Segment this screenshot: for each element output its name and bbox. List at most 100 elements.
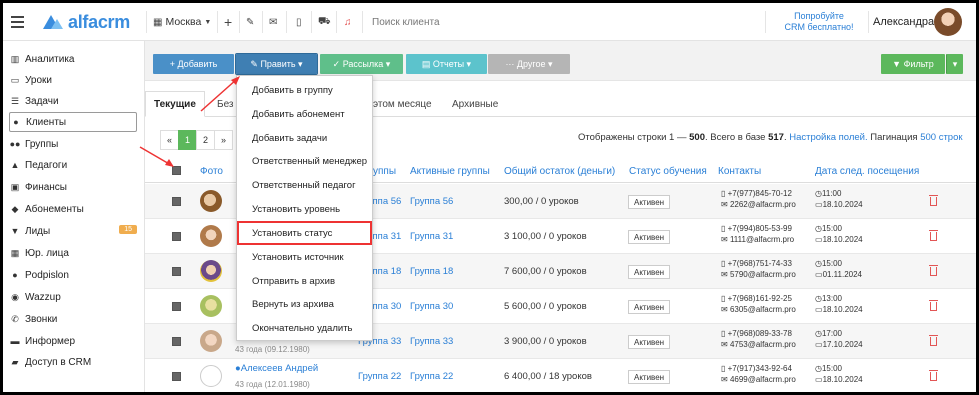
row-checkbox[interactable]	[172, 267, 181, 276]
col-balance[interactable]: Общий остаток (деньги)	[504, 159, 615, 183]
tab-without[interactable]: Без	[217, 91, 234, 117]
menu-item-responsible-manager[interactable]: Ответственный менеджер	[237, 149, 372, 173]
logo[interactable]: alfacrm	[43, 3, 130, 41]
menu-item-send-to-archive[interactable]: Отправить в архив	[237, 269, 372, 293]
client-photo[interactable]	[200, 225, 222, 247]
sidebar-item-teachers[interactable]: ▲ Педагоги	[9, 155, 137, 175]
sidebar-item-wazzup[interactable]: ◉ Wazzup	[9, 287, 137, 307]
plus-icon[interactable]: +	[224, 3, 232, 41]
col-active-groups[interactable]: Активные группы	[410, 159, 490, 183]
email-value: 5790@alfacrm.pro	[729, 270, 796, 279]
client-photo[interactable]	[200, 330, 222, 352]
row-checkbox[interactable]	[172, 232, 181, 241]
trash-icon[interactable]	[929, 265, 938, 276]
active-group-link[interactable]: Группа 31	[410, 219, 453, 254]
active-group-link[interactable]: Группа 22	[410, 359, 453, 392]
trash-icon[interactable]	[929, 195, 938, 206]
tab-this-month[interactable]: этом месяце	[373, 91, 432, 117]
col-photo[interactable]: Фото	[200, 159, 223, 183]
table-row[interactable]: ● Алексеев Андрей 43 года (12.01.1980) Г…	[145, 359, 976, 392]
client-photo[interactable]	[200, 295, 222, 317]
menu-item-set-level[interactable]: Установить уровень	[237, 197, 372, 221]
menu-item-add-subscription[interactable]: Добавить абонемент	[237, 102, 372, 126]
rows-info: Отображены строки 1 — 500. Всего в базе …	[578, 132, 963, 143]
menu-item-add-to-group[interactable]: Добавить в группу	[237, 78, 372, 102]
reports-button[interactable]: ▤ Отчеты ▾	[406, 54, 487, 74]
client-photo[interactable]	[200, 190, 222, 212]
branch-selector[interactable]: ▦ Москва ▼	[153, 3, 211, 41]
menu-icon[interactable]	[9, 3, 25, 41]
client-photo[interactable]	[200, 260, 222, 282]
active-group-link[interactable]: Группа 30	[410, 289, 453, 324]
top-bar: alfacrm ▦ Москва ▼ + ✎ ✉ ▯ ⛟ ♫ Поиск кли…	[3, 3, 976, 41]
pager-prev[interactable]: «	[160, 130, 179, 150]
visit-time: 17:00	[821, 329, 843, 338]
sidebar-item-leads[interactable]: ▼ Лиды 15	[9, 221, 137, 241]
phone-icon[interactable]: ▯	[296, 3, 302, 41]
menu-item-add-tasks[interactable]: Добавить задачи	[237, 126, 372, 150]
pagination-size-link[interactable]: 500 строк	[920, 132, 962, 143]
row-checkbox[interactable]	[172, 197, 181, 206]
trash-icon[interactable]	[929, 300, 938, 311]
sidebar-item-analytics[interactable]: ▥ Аналитика	[9, 49, 137, 69]
promo-link[interactable]: Попробуйте CRM бесплатно!	[774, 3, 864, 41]
user-menu[interactable]: Александра	[873, 3, 934, 41]
col-contacts[interactable]: Контакты	[718, 159, 761, 183]
sidebar-item-finance[interactable]: ▣ Финансы	[9, 177, 137, 197]
pager-page-2[interactable]: 2	[196, 130, 215, 150]
sidebar-item-informer[interactable]: ▬ Информер	[9, 331, 137, 351]
sidebar-item-podpislon[interactable]: ● Podpislon	[9, 265, 137, 285]
mail-icon: ✉	[721, 200, 730, 209]
col-status[interactable]: Статус обучения	[629, 159, 707, 183]
field-settings-link[interactable]: Настройка полей.	[789, 132, 867, 143]
trash-icon[interactable]	[929, 370, 938, 381]
bell-icon[interactable]: ♫	[344, 3, 352, 41]
edit-button[interactable]: ✎ Править ▾	[235, 53, 318, 75]
pager-next[interactable]: »	[214, 130, 233, 150]
sidebar-item-lessons[interactable]: ▭ Уроки	[9, 70, 137, 90]
search-input[interactable]: Поиск клиента	[372, 3, 440, 41]
trash-icon[interactable]	[929, 230, 938, 241]
sidebar-item-groups[interactable]: ●● Группы	[9, 134, 137, 154]
col-next-visit[interactable]: Дата след. посещения	[815, 159, 919, 183]
col-groups[interactable]: уппы	[373, 159, 396, 183]
other-button[interactable]: ··· Другое ▾	[488, 54, 570, 74]
pager-page-1[interactable]: 1	[178, 130, 197, 150]
row-checkbox[interactable]	[172, 302, 181, 311]
next-visit-cell: ◷15:00 ▭01.11.2024	[815, 258, 862, 280]
tab-archive[interactable]: Архивные	[452, 91, 498, 117]
menu-item-delete-permanently[interactable]: Окончательно удалить	[237, 316, 372, 340]
sidebar-item-crm-access[interactable]: ▰ Доступ в CRM	[9, 352, 137, 372]
row-checkbox[interactable]	[172, 337, 181, 346]
active-group-link[interactable]: Группа 18	[410, 254, 453, 289]
group-link[interactable]: Группа 22	[358, 359, 401, 392]
map-icon: ▥	[10, 53, 20, 64]
sidebar-item-tasks[interactable]: ☰ Задачи	[9, 91, 137, 111]
sidebar-item-subscriptions[interactable]: ◆ Абонементы	[9, 199, 137, 219]
avatar[interactable]	[934, 8, 962, 36]
phone-value: +7(977)845-70-12	[727, 189, 792, 198]
sidebar-item-calls[interactable]: ✆ Звонки	[9, 309, 137, 329]
filter-button[interactable]: ▼ Фильтр	[881, 54, 945, 74]
user-placeholder-icon[interactable]	[200, 365, 222, 387]
visit-date: 18.10.2024	[822, 305, 863, 314]
menu-item-set-status[interactable]: Установить статус	[237, 221, 372, 245]
trash-icon[interactable]	[929, 335, 938, 346]
active-group-link[interactable]: Группа 33	[410, 324, 453, 359]
cart-icon[interactable]: ⛟	[318, 3, 331, 41]
filter-dropdown-button[interactable]: ▾	[946, 54, 963, 74]
row-checkbox[interactable]	[172, 372, 181, 381]
menu-item-responsible-teacher[interactable]: Ответственный педагог	[237, 173, 372, 197]
wrench-icon[interactable]: ✎	[246, 3, 254, 41]
mailing-button[interactable]: ✓ Рассылка ▾	[320, 54, 403, 74]
sidebar-item-legal-entities[interactable]: ▦ Юр. лица	[9, 243, 137, 263]
sidebar-item-clients[interactable]: ● Клиенты	[9, 112, 137, 132]
menu-item-restore-from-archive[interactable]: Вернуть из архива	[237, 292, 372, 316]
active-group-link[interactable]: Группа 56	[410, 184, 453, 219]
app-window: alfacrm ▦ Москва ▼ + ✎ ✉ ▯ ⛟ ♫ Поиск кли…	[0, 0, 979, 395]
select-all-checkbox[interactable]	[172, 166, 181, 175]
tab-current[interactable]: Текущие	[145, 91, 205, 117]
menu-item-set-source[interactable]: Установить источник	[237, 245, 372, 269]
mail-icon[interactable]: ✉	[269, 3, 277, 41]
add-button[interactable]: + Добавить	[153, 54, 234, 74]
